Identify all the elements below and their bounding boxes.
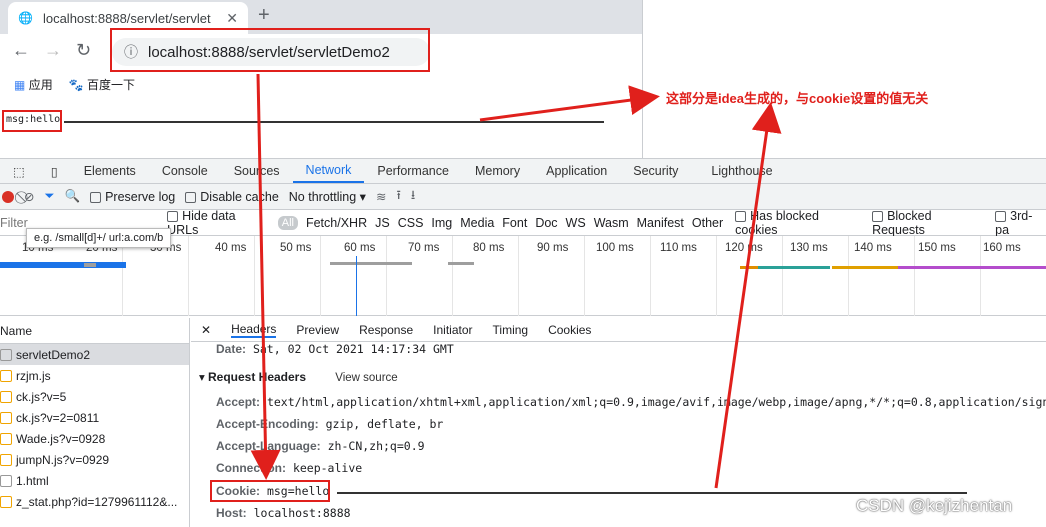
arrow-url-to-cookie (250, 73, 281, 480)
arrow-cookie-to-annotation (714, 102, 782, 489)
arrow-to-annotation (479, 85, 660, 122)
annotation-arrows (250, 73, 782, 489)
watermark: CSDN @kejizhentan (856, 496, 1013, 515)
